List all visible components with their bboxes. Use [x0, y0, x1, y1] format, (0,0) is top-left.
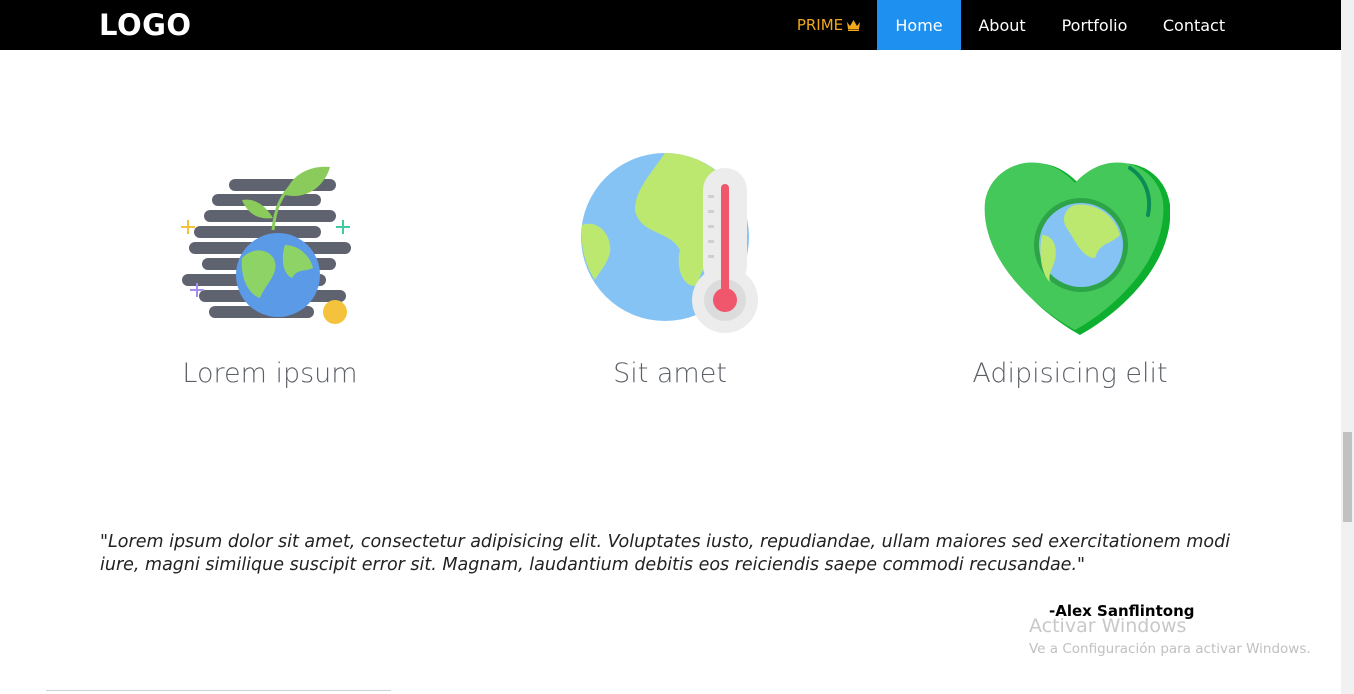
divider	[46, 690, 391, 691]
nav-portfolio[interactable]: Portfolio	[1043, 0, 1146, 50]
heart-earth-icon	[984, 162, 1170, 335]
feature-card: Adipisicing elit	[870, 150, 1270, 410]
feature-label: Sit amet	[613, 358, 727, 389]
windows-activation-subtitle: Ve a Configuración para activar Windows.	[1029, 641, 1311, 657]
nav-contact[interactable]: Contact	[1146, 0, 1242, 50]
thermometer-earth-icon	[581, 153, 758, 333]
feature-label: Adipisicing elit	[972, 358, 1168, 389]
prime-label: PRIME	[796, 16, 844, 34]
plant-earth-icon	[181, 166, 351, 324]
feature-card: Sit amet	[470, 150, 870, 410]
navbar: LOGO PRIME Home About Portfolio Contact	[0, 0, 1341, 50]
scrollbar-thumb[interactable]	[1343, 432, 1352, 522]
nav-home[interactable]: Home	[877, 0, 961, 50]
feature-label: Lorem ipsum	[182, 358, 358, 389]
feature-card: Lorem ipsum	[70, 150, 470, 410]
crown-icon	[847, 20, 861, 31]
testimonial-quote: "Lorem ipsum dolor sit amet, consectetur…	[100, 532, 1231, 575]
scrollbar[interactable]	[1341, 0, 1354, 694]
prime-link[interactable]: PRIME	[796, 0, 862, 50]
windows-activation-title: Activar Windows	[1029, 615, 1187, 637]
nav-about[interactable]: About	[961, 0, 1043, 50]
logo[interactable]: LOGO	[99, 8, 192, 42]
page: LOGO PRIME Home About Portfolio Contact	[0, 0, 1354, 694]
